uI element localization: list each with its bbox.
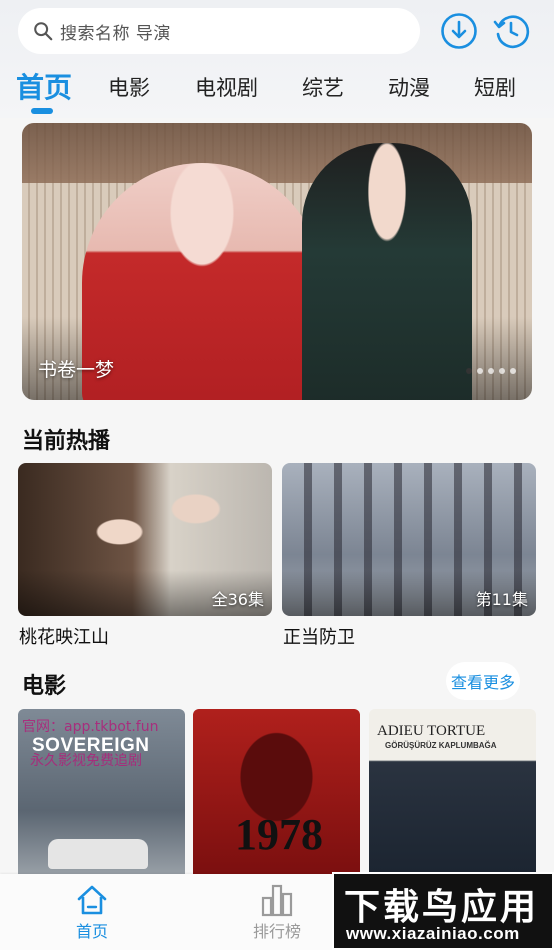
download-circle-icon xyxy=(441,13,477,49)
section-title-hot: 当前热播 xyxy=(22,429,111,454)
tab-home[interactable]: 首页 xyxy=(16,66,72,106)
poster-title: ADIEU TORTUE xyxy=(377,723,486,739)
nav-home-label: 首页 xyxy=(75,922,108,941)
history-clock-icon xyxy=(493,15,530,49)
search-icon xyxy=(34,22,53,41)
active-tab-indicator xyxy=(31,108,53,114)
banner-figure-man xyxy=(302,143,472,400)
nav-ranking[interactable]: 排行榜 xyxy=(237,882,317,942)
hot-card-2[interactable]: 第11集 xyxy=(282,463,536,616)
tab-movies[interactable]: 电影 xyxy=(108,72,150,102)
category-tabs: 首页 电影 电视剧 综艺 动漫 短剧 xyxy=(0,64,554,116)
tab-short-drama[interactable]: 短剧 xyxy=(474,72,516,102)
search-bar[interactable]: 搜索名称 导演 xyxy=(18,8,420,54)
search-placeholder: 搜索名称 导演 xyxy=(60,23,171,44)
overlay-watermark-slogan: 永久影视免费追剧 xyxy=(30,753,142,769)
tab-anime[interactable]: 动漫 xyxy=(388,72,430,102)
hot-card-2-title[interactable]: 正当防卫 xyxy=(283,623,355,649)
carousel-dot[interactable] xyxy=(510,368,516,374)
poster-subtitle: GÖRÜŞÜRÜZ KAPLUMBAĞA xyxy=(385,741,497,750)
poster-car-graphic xyxy=(48,839,148,869)
carousel-dot[interactable] xyxy=(488,368,494,374)
overlay-watermark-url: 官网：app.tkbot.fun xyxy=(22,719,159,735)
featured-banner[interactable]: 书卷一梦 xyxy=(22,123,532,400)
carousel-dot[interactable] xyxy=(499,368,505,374)
hot-card-1-title[interactable]: 桃花映江山 xyxy=(19,623,109,649)
download-button[interactable] xyxy=(440,12,478,50)
carousel-dot[interactable] xyxy=(477,368,483,374)
movie-poster-3[interactable]: ADIEU TORTUE GÖRÜŞÜRÜZ KAPLUMBAĞA xyxy=(369,709,536,879)
home-icon xyxy=(77,885,107,915)
nav-ranking-label: 排行榜 xyxy=(252,922,301,941)
episode-badge: 第11集 xyxy=(475,590,528,609)
ranking-bars-icon xyxy=(261,884,293,917)
carousel-dot[interactable] xyxy=(466,368,472,374)
history-button[interactable] xyxy=(492,12,530,50)
poster-title: 1978 xyxy=(235,810,323,859)
top-header: 搜索名称 导演 首页 电影 电视剧 综艺 动漫 短剧 xyxy=(0,0,554,118)
tab-variety[interactable]: 综艺 xyxy=(302,72,344,102)
watermark-badge-title: 下载鸟应用 xyxy=(344,887,540,928)
tab-tv-series[interactable]: 电视剧 xyxy=(195,72,258,102)
carousel-dots xyxy=(466,368,516,374)
banner-figure-woman xyxy=(82,163,322,400)
hot-card-1[interactable]: 全36集 xyxy=(18,463,272,616)
movie-poster-2[interactable]: 1978 xyxy=(193,709,360,879)
nav-home[interactable]: 首页 xyxy=(52,882,132,942)
banner-title: 书卷一梦 xyxy=(38,359,115,381)
section-title-movies: 电影 xyxy=(22,674,67,699)
episode-badge: 全36集 xyxy=(211,590,264,609)
see-more-button[interactable]: 查看更多 xyxy=(446,662,520,700)
site-watermark-badge: 下载鸟应用 www.xiazainiao.com xyxy=(332,872,554,950)
watermark-badge-url: www.xiazainiao.com xyxy=(346,924,520,943)
